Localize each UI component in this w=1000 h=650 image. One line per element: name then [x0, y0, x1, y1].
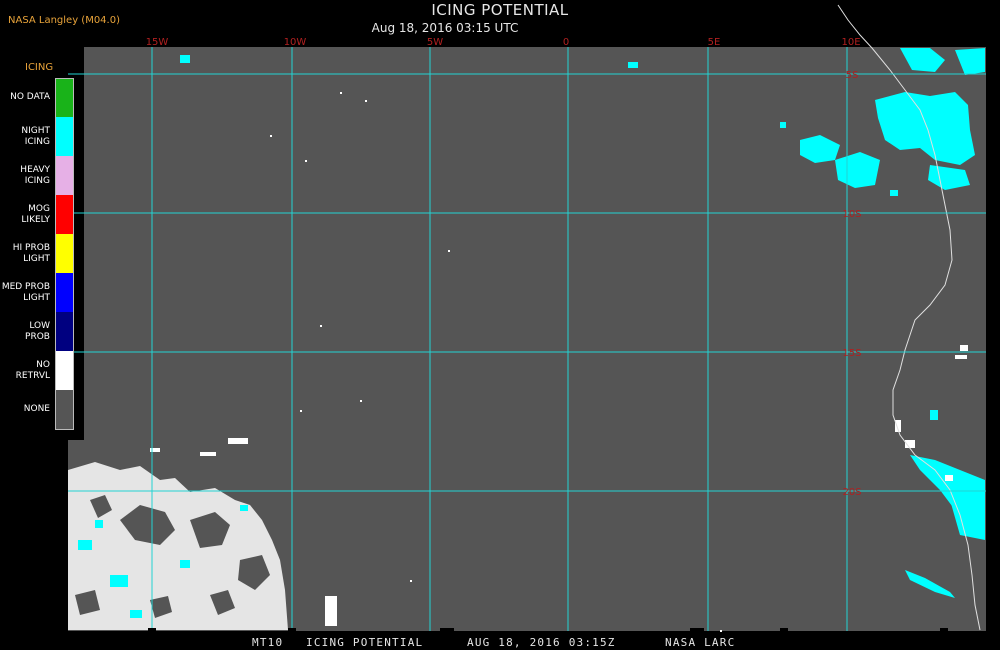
- legend-item-low-prob: LOW PROB: [0, 312, 75, 351]
- legend-label: NIGHT ICING: [21, 125, 50, 147]
- map-title: ICING POTENTIAL: [431, 1, 569, 19]
- legend-title: ICING: [25, 62, 54, 73]
- lon-label-0: 0: [563, 37, 569, 48]
- legend-label: HI PROB LIGHT: [12, 242, 50, 264]
- legend-swatch: [56, 351, 74, 390]
- legend-label: NO DATA: [10, 92, 50, 102]
- legend-label: MOG LIKELY: [21, 203, 50, 225]
- legend-item-med-prob-light: MED PROB LIGHT: [0, 273, 75, 312]
- lat-label-15s: 15S: [842, 348, 861, 359]
- legend-item-mog-likely: MOG LIKELY: [0, 195, 75, 234]
- legend-item-no-data: NO DATA: [0, 78, 75, 117]
- lat-label-20s: 20S: [842, 487, 861, 498]
- legend-label: HEAVY ICING: [20, 164, 50, 186]
- legend-item-no-retrieval: NO RETRVL: [0, 351, 75, 390]
- legend-label: MED PROB LIGHT: [1, 281, 50, 303]
- lon-label-15w: 15W: [146, 37, 169, 48]
- legend-item-none: NONE: [0, 390, 75, 429]
- legend-swatch: [56, 234, 74, 273]
- legend-item-hi-prob-light: HI PROB LIGHT: [0, 234, 75, 273]
- legend-label: NONE: [23, 404, 50, 414]
- legend-swatch: [56, 312, 74, 351]
- legend-swatch: [56, 390, 74, 429]
- footer-name: ICING POTENTIAL: [306, 636, 424, 649]
- footer-time: AUG 18, 2016 03:15Z: [467, 636, 616, 649]
- legend-item-heavy-icing: HEAVY ICING: [0, 156, 75, 195]
- footer-product: MT10: [252, 636, 284, 649]
- legend-swatch: [56, 195, 74, 234]
- icing-map: 15W 10W 5W 0 5E 10E 5S 10S 15S 20S: [68, 4, 986, 632]
- lon-label-5w: 5W: [427, 37, 443, 48]
- lat-label-10s: 10S: [842, 209, 861, 220]
- legend-swatch: [56, 117, 74, 156]
- footer-source: NASA LARC: [665, 636, 736, 649]
- legend-swatch: [56, 78, 74, 117]
- footer-caption: MT10 ICING POTENTIAL AUG 18, 2016 03:15Z…: [0, 636, 1000, 650]
- legend-swatch: [56, 273, 74, 312]
- lon-label-5e: 5E: [708, 37, 721, 48]
- legend-label: LOW PROB: [25, 320, 50, 342]
- lon-label-10w: 10W: [284, 37, 307, 48]
- legend-swatch: [56, 156, 74, 195]
- longitude-labels: 15W 10W 5W 0 5E 10E: [146, 37, 861, 48]
- lat-label-5s: 5S: [846, 70, 859, 81]
- map-timestamp: Aug 18, 2016 03:15 UTC: [371, 21, 519, 35]
- lon-label-10e: 10E: [841, 37, 860, 48]
- legend-label: NO RETRVL: [15, 359, 50, 381]
- legend-item-night-icing: NIGHT ICING: [0, 117, 75, 156]
